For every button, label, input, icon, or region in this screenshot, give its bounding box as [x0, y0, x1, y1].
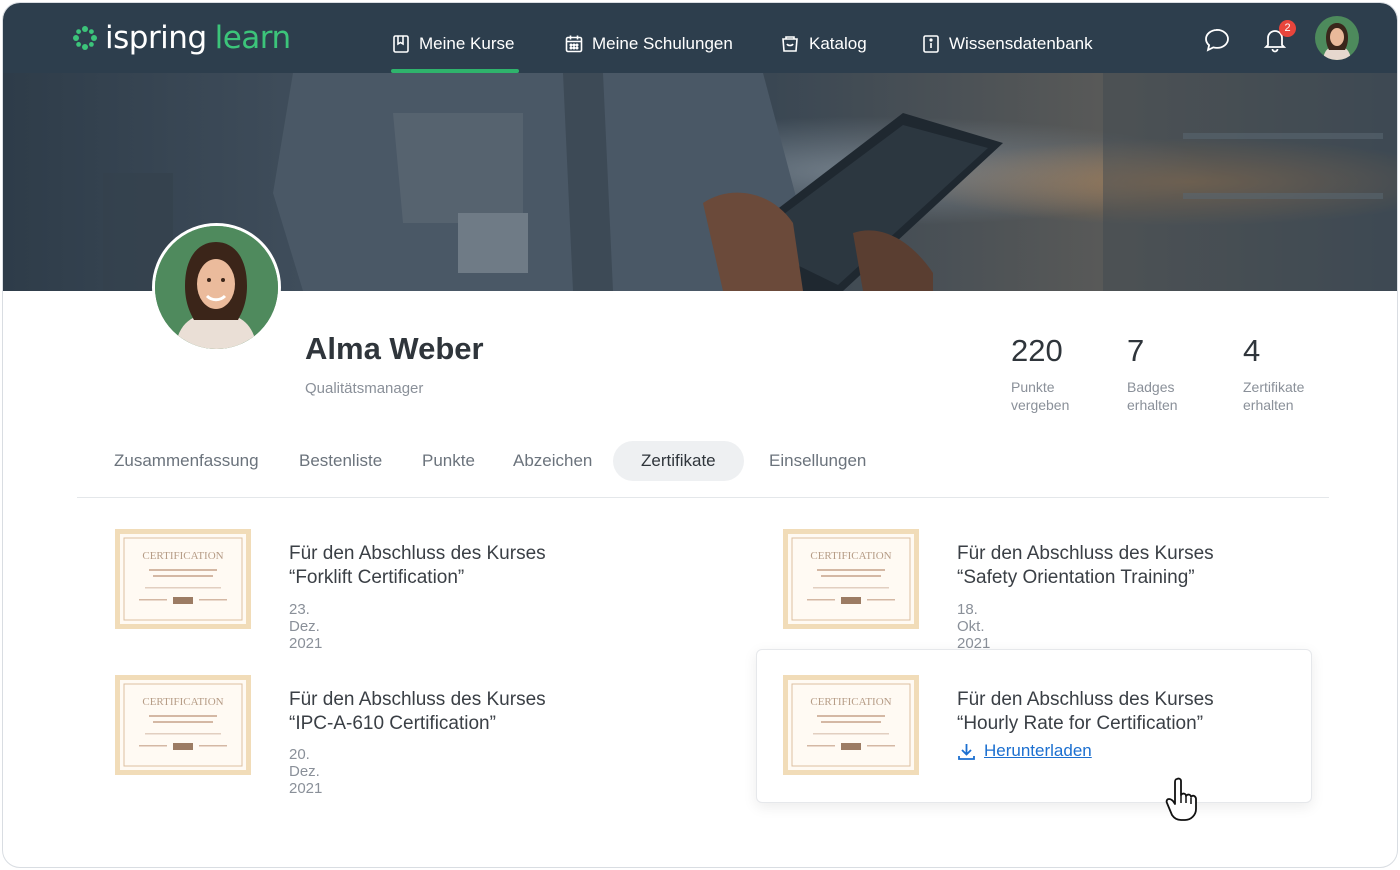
stat-label-line1: Zertifikate	[1243, 379, 1305, 395]
stat-certificates: 4 Zertifikate erhalten	[1243, 333, 1304, 414]
certificate-course-name: “Forklift Certification”	[289, 567, 465, 588]
tab-zertifikate[interactable]: Zertifikate	[613, 441, 744, 481]
certificate-title: Für den Abschluss des Kurses “Safety Ori…	[957, 542, 1287, 590]
profile-name: Alma Weber	[305, 331, 484, 366]
certificate-thumbnail[interactable]: CERTIFICATION	[783, 675, 919, 775]
nav-label: Meine Schulungen	[592, 34, 733, 53]
certificate-date: 18. Okt. 2021	[957, 601, 991, 652]
certificate-date: 20. Dez. 2021	[289, 746, 323, 797]
stat-value: 7	[1127, 333, 1145, 368]
certificate-title-line1: Für den Abschluss des Kurses	[289, 689, 546, 710]
stat-badges: 7 Badges erhalten	[1127, 333, 1178, 414]
download-icon	[958, 743, 975, 760]
profile-role: Qualitätsmanager	[305, 380, 424, 397]
profile-portrait	[155, 226, 278, 349]
nav-meine-kurse[interactable]: Meine Kurse	[391, 31, 514, 57]
top-navigation: ispring learn Meine Kurse Meine Schulung…	[3, 3, 1397, 73]
stat-label-line2: erhalten	[1243, 397, 1294, 413]
book-icon	[393, 35, 409, 53]
stat-label-line1: Badges	[1127, 379, 1175, 395]
app-window: ispring learn Meine Kurse Meine Schulung…	[2, 2, 1398, 868]
stat-value: 220	[1011, 333, 1063, 368]
certificate-date: 23. Dez. 2021	[289, 601, 323, 652]
certificate-title: Für den Abschluss des Kurses “IPC-A-610 …	[289, 688, 619, 736]
tabs-divider	[77, 497, 1329, 498]
certificate-thumb-text: CERTIFICATION	[810, 550, 891, 562]
calendar-icon	[565, 35, 583, 53]
certificate-course-name: “Safety Orientation Training”	[957, 567, 1195, 588]
logo-text: ispring	[105, 20, 207, 56]
certificate-title: Für den Abschluss des Kurses “Hourly Rat…	[957, 688, 1287, 736]
stat-label: Badges erhalten	[1127, 378, 1178, 414]
avatar-portrait	[1315, 16, 1359, 60]
nav-label: Meine Kurse	[419, 34, 515, 53]
certificate-thumb-text: CERTIFICATION	[810, 696, 891, 708]
certificate-course-name: “Hourly Rate for Certification”	[957, 713, 1204, 734]
nav-label: Katalog	[809, 34, 867, 53]
tab-abzeichen[interactable]: Abzeichen	[513, 441, 592, 481]
chat-bubble-icon[interactable]	[1203, 27, 1231, 53]
ispring-learn-logo[interactable]: ispring learn	[71, 20, 292, 56]
certificate-thumbnail[interactable]: CERTIFICATION	[783, 529, 919, 629]
certificate-title-line1: Für den Abschluss des Kurses	[957, 689, 1214, 710]
nav-label: Wissensdatenbank	[949, 34, 1093, 53]
logo-text-accent: learn	[214, 20, 292, 56]
tab-punkte[interactable]: Punkte	[422, 441, 475, 481]
certificate-title-line1: Für den Abschluss des Kurses	[957, 543, 1214, 564]
download-link[interactable]: Herunterladen	[957, 741, 1092, 761]
basket-icon	[782, 36, 798, 52]
tab-zusammenfassung[interactable]: Zusammenfassung	[114, 441, 259, 481]
nav-katalog[interactable]: Katalog	[779, 31, 867, 57]
certificate-title-line1: Für den Abschluss des Kurses	[289, 543, 546, 564]
stat-label-line2: vergeben	[1011, 397, 1070, 413]
stat-points: 220 Punkte vergeben	[1011, 333, 1069, 414]
certificate-course-name: “IPC-A-610 Certification”	[289, 713, 496, 734]
certificate-title: Für den Abschluss des Kurses “Forklift C…	[289, 542, 619, 590]
stat-value: 4	[1243, 333, 1261, 368]
certificate-thumb-text: CERTIFICATION	[142, 550, 223, 562]
user-avatar[interactable]	[1315, 16, 1359, 60]
stat-label: Punkte vergeben	[1011, 378, 1069, 414]
certificate-thumbnail[interactable]: CERTIFICATION	[115, 529, 251, 629]
stat-label: Zertifikate erhalten	[1243, 378, 1304, 414]
certificate-thumbnail[interactable]: CERTIFICATION	[115, 675, 251, 775]
profile-avatar[interactable]	[152, 223, 281, 352]
tab-bestenliste[interactable]: Bestenliste	[299, 441, 382, 481]
nav-wissensdatenbank[interactable]: Wissensdatenbank	[921, 31, 1093, 57]
stat-label-line2: erhalten	[1127, 397, 1178, 413]
stat-label-line1: Punkte	[1011, 379, 1055, 395]
hand-pointer-cursor-icon	[1165, 777, 1197, 821]
info-book-icon	[923, 35, 939, 53]
logo-flower-icon	[73, 26, 97, 50]
download-label: Herunterladen	[984, 741, 1092, 760]
notification-count-badge: 2	[1279, 20, 1296, 37]
tab-einstellungen[interactable]: Einsellungen	[769, 441, 866, 481]
certificate-thumb-text: CERTIFICATION	[142, 696, 223, 708]
nav-meine-schulungen[interactable]: Meine Schulungen	[564, 31, 733, 57]
